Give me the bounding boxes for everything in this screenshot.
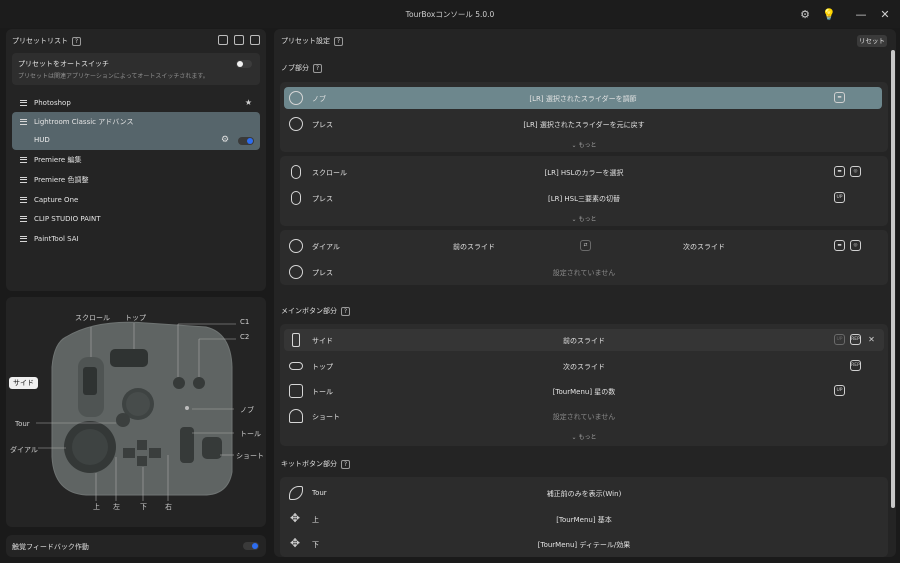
window-title: TourBoxコンソール 5.0.0 bbox=[405, 10, 495, 19]
dial-card: ダイアル 前のスライド ⇄ 次のスライド ▬ ◎ プレス 設定されていません bbox=[280, 230, 888, 285]
preset-item[interactable]: Premiere 色調整 bbox=[12, 170, 260, 189]
action-row-tour[interactable]: Tour 補正前のみを表示(Win) bbox=[280, 482, 888, 504]
action-row-top[interactable]: トップ 次のスライド REP bbox=[280, 355, 888, 377]
kit-section-header: キットボタン部分 ? bbox=[281, 459, 350, 469]
list-icon bbox=[20, 196, 27, 203]
haptic-toggle[interactable] bbox=[243, 542, 259, 550]
star-icon[interactable]: ★ bbox=[245, 98, 252, 107]
preset-list-header: プリセットリスト ? bbox=[12, 36, 81, 46]
preset-item[interactable]: CLIP STUDIO PAINT bbox=[12, 209, 260, 228]
hud-mode-icon[interactable]: ▬ bbox=[834, 92, 845, 103]
action-row-down[interactable]: ✥ 下 [TourMenu] ディテール/効果 bbox=[280, 533, 888, 555]
label-short: ショート bbox=[236, 452, 264, 460]
main-section-header: メインボタン部分 ? bbox=[281, 306, 350, 316]
close-button[interactable]: ✕ bbox=[878, 7, 892, 21]
settings-icon[interactable]: ⚙ bbox=[798, 7, 812, 21]
preset-item[interactable]: PaintTool SAI bbox=[12, 229, 260, 248]
lightbulb-icon[interactable]: 💡 bbox=[822, 7, 836, 21]
label-up: 上 bbox=[93, 503, 100, 511]
preset-item-selected[interactable]: Lightroom Classic アドバンス bbox=[12, 112, 260, 131]
label-tall: トール bbox=[240, 430, 261, 438]
export-icon[interactable] bbox=[218, 35, 228, 45]
label-c2: C2 bbox=[240, 333, 250, 341]
action-row-up[interactable]: ✥ 上 [TourMenu] 基本 bbox=[280, 508, 888, 530]
repeat-mode-icon[interactable]: REP bbox=[850, 334, 861, 345]
up-mode-icon[interactable]: UP bbox=[834, 334, 845, 345]
label-tour: Tour bbox=[15, 420, 30, 428]
preset-item[interactable]: Photoshop ★ bbox=[12, 93, 260, 112]
circle-mode-icon[interactable]: ◎ bbox=[850, 166, 861, 177]
preset-item[interactable]: Capture One bbox=[12, 190, 260, 209]
label-top: トップ bbox=[125, 314, 146, 322]
dial-icon bbox=[289, 239, 303, 253]
list-icon bbox=[20, 235, 27, 242]
preset-item[interactable]: Premiere 編集 bbox=[12, 150, 260, 169]
help-icon[interactable]: ? bbox=[313, 63, 322, 73]
hud-mode-icon[interactable]: ▬ bbox=[834, 166, 845, 177]
label-scroll: スクロール bbox=[75, 314, 110, 322]
list-icon bbox=[20, 176, 27, 183]
import-icon[interactable] bbox=[234, 35, 244, 45]
hud-toggle[interactable] bbox=[238, 137, 254, 145]
help-icon[interactable]: ? bbox=[72, 36, 81, 46]
list-icon bbox=[20, 118, 27, 125]
help-icon[interactable]: ? bbox=[341, 306, 350, 316]
haptic-feedback-bar: 触覚フィードバック作動 bbox=[6, 535, 266, 557]
action-row-press[interactable]: プレス 設定されていません bbox=[280, 261, 888, 283]
up-mode-icon[interactable]: UP bbox=[834, 385, 845, 396]
help-icon[interactable]: ? bbox=[334, 36, 343, 46]
circle-mode-icon[interactable]: ◎ bbox=[850, 240, 861, 251]
title-bar: TourBoxコンソール 5.0.0 ⚙ 💡 — ✕ bbox=[0, 0, 900, 28]
main-buttons-card: サイド 前のスライド UP REP ✕ トップ 次のスライド REP トール [… bbox=[280, 324, 888, 446]
add-preset-icon[interactable] bbox=[250, 35, 260, 45]
label-right: 右 bbox=[165, 503, 172, 511]
action-row-knob[interactable]: ノブ [LR] 選択されたスライダーを調節 ▬ bbox=[284, 87, 882, 109]
up-mode-icon[interactable]: UP bbox=[834, 192, 845, 203]
action-row-dial[interactable]: ダイアル 前のスライド ⇄ 次のスライド ▬ ◎ bbox=[280, 235, 888, 257]
auto-switch-toggle[interactable] bbox=[236, 60, 252, 68]
preset-settings-header: プリセット設定 ? bbox=[281, 36, 343, 46]
clear-icon[interactable]: ✕ bbox=[866, 334, 877, 345]
hud-row[interactable]: HUD ⚙ bbox=[12, 131, 260, 150]
action-row-short[interactable]: ショート 設定されていません bbox=[280, 405, 888, 427]
label-c1: C1 bbox=[240, 318, 250, 326]
knob-section-header: ノブ部分 ? bbox=[281, 63, 322, 73]
swap-icon[interactable]: ⇄ bbox=[580, 240, 591, 251]
list-icon bbox=[20, 215, 27, 222]
label-down: 下 bbox=[140, 503, 147, 511]
knob-card: ノブ [LR] 選択されたスライダーを調節 ▬ プレス [LR] 選択されたスラ… bbox=[280, 82, 888, 152]
action-row-side[interactable]: サイド 前のスライド UP REP ✕ bbox=[284, 329, 884, 351]
more-link[interactable]: ⌄ もっと bbox=[280, 140, 888, 149]
action-row-scroll[interactable]: スクロール [LR] HSLのカラーを選択 ▬ ◎ bbox=[280, 161, 888, 183]
auto-switch-box: プリセットをオートスイッチ プリセットは関連アプリケーションによってオートスイッ… bbox=[12, 53, 260, 85]
action-row-press[interactable]: プレス [LR] 選択されたスライダーを元に戻す bbox=[280, 113, 888, 135]
gear-icon[interactable]: ⚙ bbox=[221, 135, 229, 145]
label-left: 左 bbox=[113, 503, 120, 511]
hud-mode-icon[interactable]: ▬ bbox=[834, 240, 845, 251]
label-side-chip[interactable]: サイド bbox=[9, 377, 38, 389]
label-knob: ノブ bbox=[240, 406, 254, 414]
tourbox-device-illustration bbox=[36, 321, 236, 501]
kit-buttons-card: Tour 補正前のみを表示(Win) ✥ 上 [TourMenu] 基本 ✥ 下… bbox=[280, 477, 888, 557]
more-link[interactable]: ⌄ もっと bbox=[280, 432, 888, 441]
scrollbar[interactable] bbox=[891, 50, 895, 508]
reset-button[interactable]: リセット bbox=[857, 35, 887, 47]
help-icon[interactable]: ? bbox=[341, 459, 350, 469]
more-link[interactable]: ⌄ もっと bbox=[280, 214, 888, 223]
list-icon bbox=[20, 99, 27, 106]
scroll-card: スクロール [LR] HSLのカラーを選択 ▬ ◎ プレス [LR] HSL三要… bbox=[280, 156, 888, 226]
list-icon bbox=[20, 156, 27, 163]
minimize-button[interactable]: — bbox=[854, 7, 868, 21]
action-row-tall[interactable]: トール [TourMenu] 星の数 UP bbox=[280, 380, 888, 402]
label-dial: ダイアル bbox=[10, 446, 38, 454]
action-row-press[interactable]: プレス [LR] HSL三要素の切替 UP bbox=[280, 187, 888, 209]
repeat-mode-icon[interactable]: REP bbox=[850, 360, 861, 371]
